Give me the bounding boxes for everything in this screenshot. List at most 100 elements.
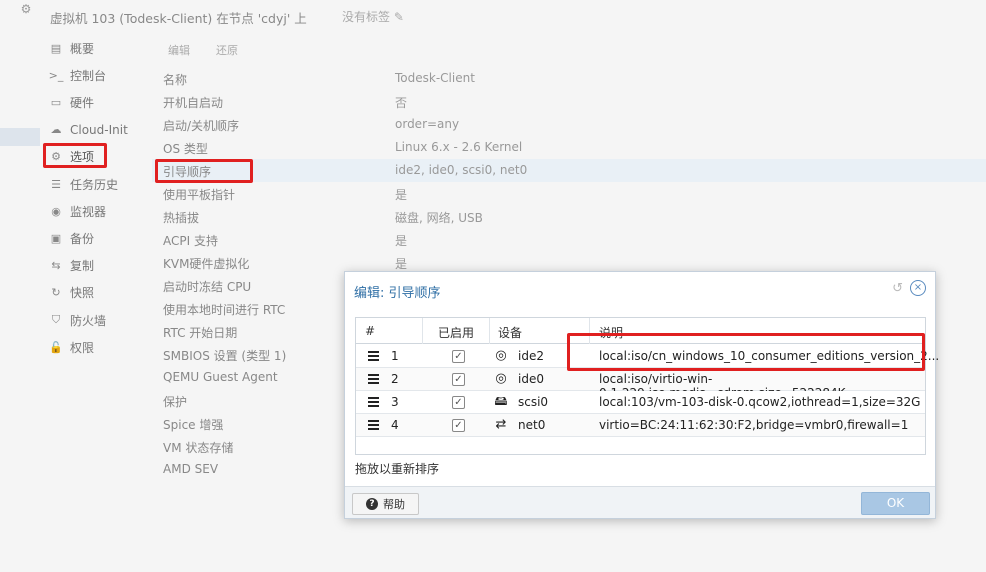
close-icon[interactable]: × (910, 280, 926, 296)
device-name: ide2 (518, 349, 544, 363)
highlight-options-nav (43, 143, 107, 168)
option-row[interactable]: 热插拔 磁盘, 网络, USB (152, 205, 986, 228)
vm-title: 虚拟机 103 (Todesk-Client) 在节点 'cdyj' 上 (50, 11, 307, 26)
nav-item-1[interactable]: >_ 控制台 (48, 64, 152, 86)
option-row[interactable]: 启动/关机顺序 order=any (152, 113, 986, 136)
nav-item-11[interactable]: 🔓 权限 (48, 336, 152, 358)
vm-title-bar: 虚拟机 103 (Todesk-Client) 在节点 'cdyj' 上 没有标… (40, 0, 986, 30)
highlight-boot-order-row (155, 159, 253, 183)
enabled-checkbox[interactable]: ✓ (452, 419, 465, 432)
option-value: 磁盘, 网络, USB (395, 211, 483, 225)
device-name: net0 (518, 418, 546, 432)
option-key: 使用平板指针 (163, 188, 236, 202)
enabled-checkbox[interactable]: ✓ (452, 350, 465, 363)
edit-button[interactable]: 编辑 (168, 42, 190, 58)
option-value: Todesk-Client (395, 71, 475, 85)
drag-handle-icon[interactable] (368, 351, 379, 363)
option-key: 名称 (163, 73, 188, 87)
device-name: scsi0 (518, 395, 549, 409)
help-button[interactable]: ? 帮助 (352, 493, 419, 515)
nav-item-9[interactable]: ↻ 快照 (48, 282, 152, 304)
nav-item-label: 控制台 (70, 68, 107, 83)
disc-icon: ◎ (495, 348, 507, 363)
option-row[interactable]: 名称 Todesk-Client (152, 67, 986, 90)
tags-edit[interactable]: 没有标签 ✎ (342, 8, 404, 25)
boot-device-row[interactable]: 4 ✓ ⇄ net0 virtio=BC:24:11:62:30:F2,bridge=v… (356, 414, 925, 437)
dialog-title: 编辑: 引导顺序 (354, 286, 441, 301)
nav-item-label: 任务历史 (70, 177, 119, 192)
revert-button[interactable]: 还原 (216, 42, 238, 58)
device-description: virtio=BC:24:11:62:30:F2,bridge=vmbr0,fi… (599, 418, 909, 432)
left-resource-strip: ⚙ (0, 0, 40, 572)
option-key: 使用本地时间进行 RTC (163, 303, 286, 317)
nav-item-10[interactable]: ⛉ 防火墙 (48, 309, 152, 331)
option-row[interactable]: 引导顺序 ide2, ide0, scsi0, net0 (152, 159, 986, 182)
nav-item-3[interactable]: ☁ Cloud-Init (48, 119, 152, 141)
exchange-icon: ⇄ (495, 417, 507, 432)
option-key: 保护 (163, 395, 188, 409)
nav-item-6[interactable]: ◉ 监视器 (48, 200, 152, 222)
nav-item-label: 备份 (70, 231, 95, 246)
nav-item-label: 防火墙 (70, 313, 107, 328)
option-key: 启动/关机顺序 (163, 119, 240, 133)
nav-item-7[interactable]: ▣ 备份 (48, 227, 152, 249)
console-icon: >_ (48, 68, 64, 82)
vm-nav: ▤ 概要 >_ 控制台 ▭ 硬件 ☁ Cloud-Init ⚙ 选项 ☰ 任务历史 ◉ 监视器 ▣ 备份 ⇆ 复制… (40, 36, 152, 572)
option-value: 是 (395, 234, 408, 248)
nav-item-8[interactable]: ⇆ 复制 (48, 255, 152, 277)
option-value: 否 (395, 96, 408, 110)
option-row[interactable]: OS 类型 Linux 6.x - 2.6 Kernel (152, 136, 986, 159)
retweet-icon: ⇆ (51, 259, 61, 273)
option-key: Spice 增强 (163, 418, 224, 432)
eye-icon: ◉ (51, 204, 61, 218)
nav-item-label: 权限 (70, 340, 95, 355)
option-value: 是 (395, 188, 408, 202)
hdd-icon: 🖴 (494, 394, 508, 409)
enabled-checkbox[interactable]: ✓ (452, 396, 465, 409)
options-toolbar: 编辑 还原 (152, 36, 986, 62)
nav-item-0[interactable]: ▤ 概要 (48, 37, 152, 59)
option-key: 热插拔 (163, 211, 200, 225)
boot-device-row[interactable]: 2✓◎ide0local:iso/virtio-win-0.1.229.iso,… (356, 368, 925, 400)
reorder-hint: 拖放以重新排序 (355, 462, 440, 476)
nav-item-label: 概要 (70, 41, 95, 56)
option-key: OS 类型 (163, 142, 208, 156)
boot-order-num: 1 (391, 349, 399, 363)
option-key: RTC 开始日期 (163, 326, 238, 340)
unlock-icon: 🔓 (49, 340, 63, 354)
enabled-checkbox[interactable]: ✓ (452, 373, 465, 386)
boot-device-row[interactable]: 3 ✓ 🖴 scsi0 local:103/vm-103-disk-0.qcow2,io… (356, 391, 925, 414)
drag-handle-icon[interactable] (368, 374, 379, 386)
drag-handle-icon[interactable] (368, 397, 379, 409)
nav-item-5[interactable]: ☰ 任务历史 (48, 173, 152, 195)
nav-item-label: 复制 (70, 259, 95, 274)
option-row[interactable]: ACPI 支持 是 (152, 228, 986, 251)
nav-item-label: 监视器 (70, 204, 107, 219)
ok-button[interactable]: OK (861, 492, 930, 515)
option-value: Linux 6.x - 2.6 Kernel (395, 140, 523, 154)
boot-order-dialog: 编辑: 引导顺序 ↺ × # 已启用 设备 说明 1 ✓ ◎ ide2 local:is… (344, 271, 939, 519)
floppy-icon: ▣ (50, 231, 62, 245)
list-icon: ☰ (51, 177, 61, 191)
nav-item-2[interactable]: ▭ 硬件 (48, 91, 152, 113)
drag-handle-icon[interactable] (368, 420, 379, 432)
highlight-iso-desc (567, 333, 925, 371)
gear-icon[interactable]: ⚙ (18, 1, 34, 17)
option-key: 开机自启动 (163, 96, 224, 110)
nav-item-label: 硬件 (70, 95, 95, 110)
col-num[interactable]: # (365, 324, 375, 338)
option-key: AMD SEV (163, 462, 219, 476)
selected-tree-row[interactable] (0, 128, 40, 146)
nav-item-label: Cloud-Init (70, 122, 128, 137)
col-enabled[interactable]: 已启用 (438, 324, 474, 341)
question-icon: ? (366, 498, 378, 510)
undo-icon[interactable]: ↺ (892, 281, 903, 296)
option-row[interactable]: 使用平板指针 是 (152, 182, 986, 205)
option-row[interactable]: 开机自启动 否 (152, 90, 986, 113)
summary-icon: ▤ (50, 41, 62, 55)
boot-order-num: 2 (391, 372, 399, 386)
history-icon: ↻ (51, 286, 61, 300)
disc-icon: ◎ (495, 371, 507, 386)
col-device[interactable]: 设备 (498, 324, 522, 341)
monitor-icon: ▭ (50, 95, 62, 109)
